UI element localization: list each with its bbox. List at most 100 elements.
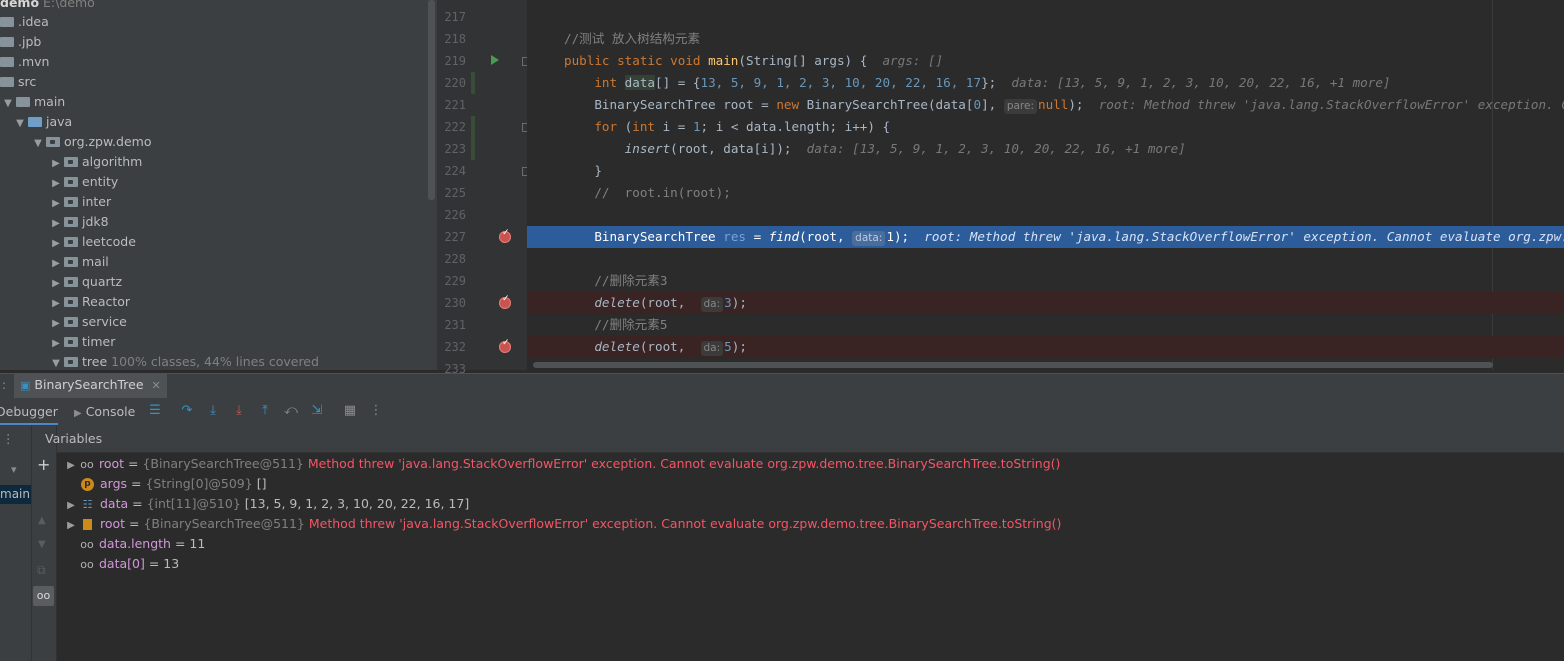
tree-item-leetcode[interactable]: ▶ leetcode [48,232,136,252]
chevron-down-icon[interactable]: ▼ [0,94,16,114]
move-down-icon[interactable]: ▼ [38,539,46,550]
tree-item-tree[interactable]: ▼ tree 100% classes, 44% lines covered [48,352,319,370]
tree-item-mvn[interactable]: .mvn [0,52,49,72]
close-icon[interactable]: ✕ [152,379,161,392]
step-into-icon[interactable]: ⤓ [205,403,221,419]
chevron-right-icon[interactable]: ▶ [48,154,64,174]
code-line-230-breakpoint[interactable]: delete(root, da: 3); [527,292,1564,314]
code-line-231[interactable]: //删除元素5 [527,314,1564,336]
parameter-icon: p [81,478,94,491]
method-call: delete [594,295,640,310]
debug-session-label: BinarySearchTree [34,377,144,392]
line-number: 231 [444,318,466,332]
code-line-229[interactable]: //删除元素3 [527,270,1564,292]
console-icon: ▶ [74,408,82,419]
code-line-232-breakpoint[interactable]: delete(root, da: 5); [527,336,1564,358]
tree-item-java[interactable]: ▼ java [12,112,72,132]
step-over-icon[interactable]: ↷ [179,403,195,419]
chevron-right-icon[interactable]: ▶ [48,234,64,254]
show-watches-icon[interactable]: oo [33,586,54,606]
chevron-down-icon[interactable]: ▼ [12,114,28,134]
tree-item-org-zpw-demo[interactable]: ▼ org.zpw.demo [30,132,151,152]
project-scrollbar[interactable] [428,0,435,200]
tree-item-idea[interactable]: .idea [0,12,49,32]
force-step-into-icon[interactable]: ⤓ [231,403,247,419]
drop-frame-icon[interactable]: ⤺ [283,403,299,419]
tab-console[interactable]: ▶ Console [74,398,135,427]
editor-horizontal-scrollbar[interactable] [533,362,1493,368]
tab-debugger[interactable]: Debugger [0,398,58,425]
chevron-right-icon[interactable]: ▶ [48,214,64,234]
run-to-cursor-icon[interactable]: ⇲ [309,403,325,419]
variable-name: data.length [98,536,171,551]
thread-dropdown-icon[interactable]: ▾ [11,463,17,476]
tree-item-quartz[interactable]: ▶ quartz [48,272,122,292]
tree-item-jpb[interactable]: .jpb [0,32,41,52]
variable-row-data[interactable]: ▶ ☷ data = {int[11]@510} [13, 5, 9, 1, 2,… [63,494,469,514]
code-text: BinarySearchTree [564,229,724,244]
code-line-224[interactable]: } [527,160,1564,182]
trace-stream-icon[interactable]: ⋮ [368,403,384,419]
run-icon[interactable] [491,55,499,65]
variable-row-data-0[interactable]: oo data[0] = 13 [63,554,179,574]
tree-item-src[interactable]: src [0,72,36,92]
tree-item-entity[interactable]: ▶ entity [48,172,118,192]
breakpoint-icon[interactable] [499,294,511,309]
variable-row-data-length[interactable]: oo data.length = 11 [63,534,205,554]
chevron-right-icon[interactable]: ▶ [48,294,64,314]
chevron-right-icon[interactable]: ▶ [63,456,79,476]
chevron-down-icon[interactable]: ▼ [30,134,46,154]
tree-item-mail[interactable]: ▶ mail [48,252,109,272]
tree-item-inter[interactable]: ▶ inter [48,192,111,212]
variable-name: data[0] [98,556,145,571]
number-literal: 1 [692,119,701,134]
chevron-right-icon[interactable]: ▶ [48,334,64,354]
chevron-right-icon[interactable]: ▶ [48,274,64,294]
filter-icon[interactable]: ⋮ [2,431,15,446]
watch-icon: oo [80,538,94,551]
frame-main[interactable]: main: [0,485,31,504]
chevron-right-icon[interactable]: ▶ [63,516,79,536]
variables-title: Variables [45,431,103,446]
class-icon: ▣ [20,379,31,392]
code-line-223[interactable]: insert(root, data[i]); data: [13, 5, 9, … [527,138,1564,160]
tree-item-main[interactable]: ▼ main [0,92,65,112]
code-line-219[interactable]: public static void main(String[] args) {… [527,50,1564,72]
chevron-down-icon[interactable]: ▼ [48,354,64,370]
breakpoint-icon[interactable] [499,338,511,353]
breakpoint-icon[interactable] [499,228,511,243]
chevron-right-icon[interactable]: ▶ [48,194,64,214]
add-watch-icon[interactable]: + [37,457,50,473]
code-line-220[interactable]: int data[] = {13, 5, 9, 1, 2, 3, 10, 20,… [527,72,1564,94]
chevron-right-icon[interactable]: ▶ [63,496,79,516]
code-line-222[interactable]: for (int i = 1; i < data.length; i++) { [527,116,1564,138]
tree-item-timer[interactable]: ▶ timer [48,332,115,352]
vcs-change-marker[interactable] [471,72,475,94]
layout-menu-icon[interactable]: ☰ [147,403,163,419]
tree-item-service[interactable]: ▶ service [48,312,127,332]
tree-item-algorithm[interactable]: ▶ algorithm [48,152,142,172]
code-line-225[interactable]: // root.in(root); [527,182,1564,204]
code-editor[interactable]: //测试 放入树结构元素 public static void main(Str… [527,0,1564,370]
variable-row-args[interactable]: p args = {String[0]@509} [] [63,474,266,494]
code-line-218[interactable]: //测试 放入树结构元素 [527,28,1564,50]
tree-item-reactor[interactable]: ▶ Reactor [48,292,130,312]
variable-row-root-watch[interactable]: ▶ oo root = {BinarySearchTree@511} Method… [63,454,1060,474]
step-out-icon[interactable]: ⤒ [257,403,273,419]
tree-item-jdk8[interactable]: ▶ jdk8 [48,212,108,234]
vcs-change-marker[interactable] [471,116,475,160]
chevron-right-icon[interactable]: ▶ [48,254,64,274]
variables-header: Variables [45,425,1564,453]
debug-session-tab[interactable]: ▣ BinarySearchTree ✕ [14,374,167,401]
chevron-right-icon[interactable]: ▶ [48,314,64,334]
variable-row-root[interactable]: ▶ root = {BinarySearchTree@511} Method t… [63,514,1061,534]
keyword: null [1038,97,1069,112]
chevron-right-icon[interactable]: ▶ [48,174,64,194]
copy-icon[interactable]: ⧉ [37,563,46,578]
move-up-icon[interactable]: ▲ [38,515,46,526]
evaluate-expression-icon[interactable]: ▦ [342,403,358,419]
code-line-227-current[interactable]: BinarySearchTree res = find(root, data: 1… [527,226,1564,248]
code-line-221[interactable]: BinarySearchTree root = new BinarySearch… [527,94,1564,116]
line-number: 223 [444,142,466,156]
